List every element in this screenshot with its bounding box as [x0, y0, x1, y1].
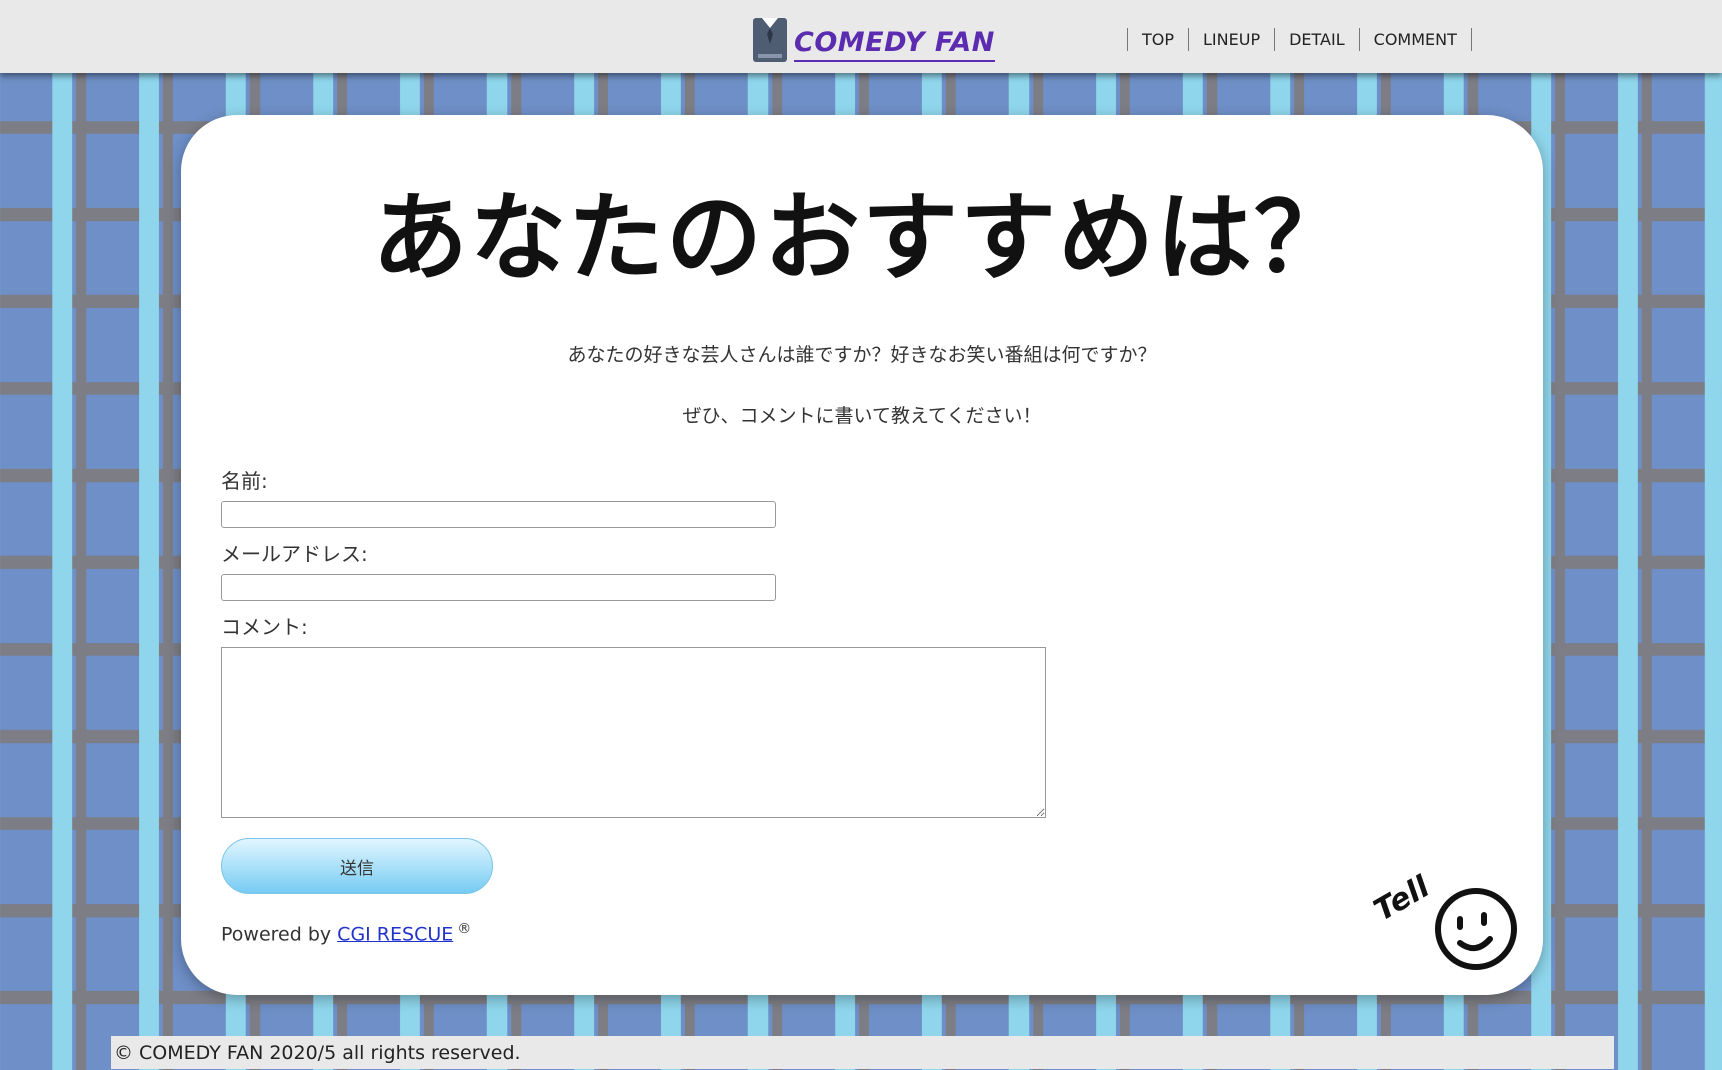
smiley-face-icon — [1435, 888, 1517, 970]
submit-button[interactable]: 送信 — [221, 838, 493, 894]
nav-comment[interactable]: COMMENT — [1358, 28, 1472, 51]
nav-detail[interactable]: DETAIL — [1274, 28, 1359, 51]
powered-by: Powered by CGI RESCUE ® — [221, 921, 471, 945]
email-field[interactable] — [221, 574, 776, 601]
cgi-rescue-link[interactable]: CGI RESCUE — [337, 923, 453, 945]
description-line-2: ぜひ、コメントに書いて教えてください！ — [682, 405, 1042, 427]
content-card: あなたのおすすめは？ あなたの好きな芸人さんは誰ですか？好きなお笑い番組は何です… — [181, 115, 1543, 995]
page-title: あなたのおすすめは？ — [372, 182, 1352, 294]
email-label: メールアドレス: — [221, 542, 368, 566]
name-field[interactable] — [221, 501, 776, 528]
description-line-1: あなたの好きな芸人さんは誰ですか？好きなお笑い番組は何ですか？ — [567, 344, 1157, 366]
site-header: COMEDY FAN TOP LINEUP DETAIL COMMENT — [0, 0, 1722, 73]
comment-textarea[interactable] — [221, 647, 1046, 818]
tell-decoration: Tell — [1368, 869, 1517, 970]
shirt-icon — [753, 18, 787, 62]
comment-label: コメント: — [221, 615, 308, 639]
logo-text: COMEDY FAN — [794, 27, 995, 62]
logo-link[interactable]: COMEDY FAN — [752, 7, 995, 62]
footer-copyright: © COMEDY FAN 2020/5 all rights reserved. — [111, 1036, 1614, 1069]
main-nav: TOP LINEUP DETAIL COMMENT — [1127, 28, 1472, 51]
registered-mark: ® — [457, 921, 472, 937]
tell-text: Tell — [1368, 869, 1436, 928]
powered-by-prefix: Powered by — [221, 923, 332, 946]
nav-lineup[interactable]: LINEUP — [1188, 28, 1274, 51]
name-label: 名前: — [221, 469, 268, 493]
nav-top[interactable]: TOP — [1127, 28, 1188, 51]
